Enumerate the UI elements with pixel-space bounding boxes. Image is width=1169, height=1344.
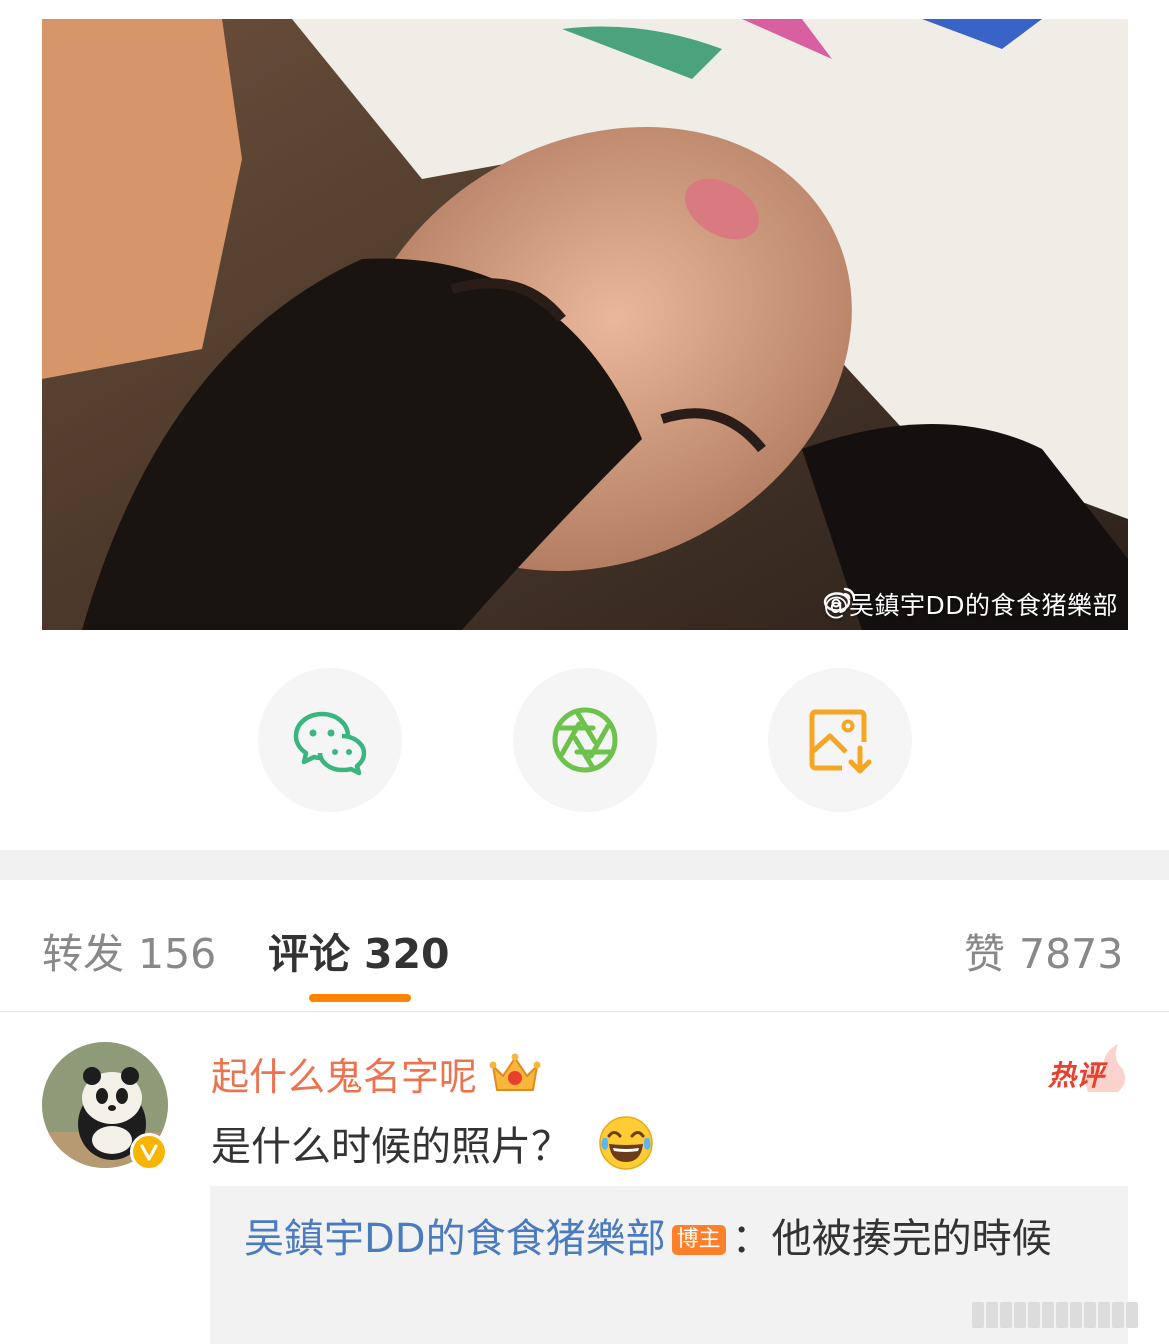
- share-wechat-button[interactable]: [258, 668, 402, 812]
- tab-likes-count: 7873: [1019, 930, 1124, 978]
- section-divider: [0, 850, 1169, 880]
- loading-placeholder: [972, 1302, 1138, 1328]
- comment-item[interactable]: 起什么鬼名字呢 热评 是什么时候的照片？ 吴鎮宇DD的食食猪樂部 博主 ：他被揍完: [0, 1012, 1169, 1344]
- post-photo[interactable]: @吴鎮宇DD的食食猪樂部: [42, 19, 1128, 630]
- tab-repost[interactable]: 转发 156: [42, 920, 216, 980]
- tab-comments-count: 320: [364, 930, 450, 978]
- comment-username[interactable]: 起什么鬼名字呢: [211, 1046, 543, 1101]
- photo-watermark: @吴鎮宇DD的食食猪樂部: [823, 586, 1118, 622]
- crown-icon: [489, 1053, 541, 1091]
- weibo-logo-icon: [824, 587, 856, 612]
- verified-badge-icon: [130, 1133, 168, 1171]
- tab-repost-label: 转发: [42, 930, 124, 978]
- comment-text: 是什么时候的照片？: [211, 1124, 571, 1170]
- tab-bar: 转发 156 评论 320 赞 7873: [0, 880, 1169, 1012]
- save-image-icon: [809, 709, 872, 774]
- reply-text: ：他被揍完的時候: [731, 1216, 1052, 1262]
- hot-comment-label: 热评: [1048, 1059, 1105, 1092]
- tab-likes-label: 赞: [964, 930, 1005, 978]
- hot-comment-badge: 热评: [1048, 1042, 1128, 1096]
- save-image-button[interactable]: [768, 668, 912, 812]
- tab-comments-label: 评论: [268, 930, 350, 978]
- share-row: [0, 668, 1169, 814]
- host-badge: 博主: [671, 1225, 726, 1255]
- share-moments-button[interactable]: [513, 668, 657, 812]
- reply-author[interactable]: 吴鎮宇DD的食食猪樂部: [244, 1216, 666, 1262]
- photo-image: [42, 19, 1128, 630]
- reply-text-block: 吴鎮宇DD的食食猪樂部 博主 ：他被揍完的時候: [244, 1208, 1104, 1270]
- tab-comments[interactable]: 评论 320: [268, 920, 450, 980]
- watermark-text: @吴鎮宇DD的食食猪樂部: [823, 591, 1118, 620]
- wechat-icon: [293, 711, 367, 776]
- active-tab-indicator: [309, 994, 411, 1002]
- laugh-cry-emoji-icon: [599, 1116, 653, 1170]
- comment-username-text: 起什么鬼名字呢: [211, 1055, 478, 1099]
- moments-icon: [552, 707, 618, 773]
- comment-body: 是什么时候的照片？: [211, 1114, 655, 1172]
- tab-repost-count: 156: [138, 930, 217, 978]
- tab-likes[interactable]: 赞 7873: [964, 920, 1123, 980]
